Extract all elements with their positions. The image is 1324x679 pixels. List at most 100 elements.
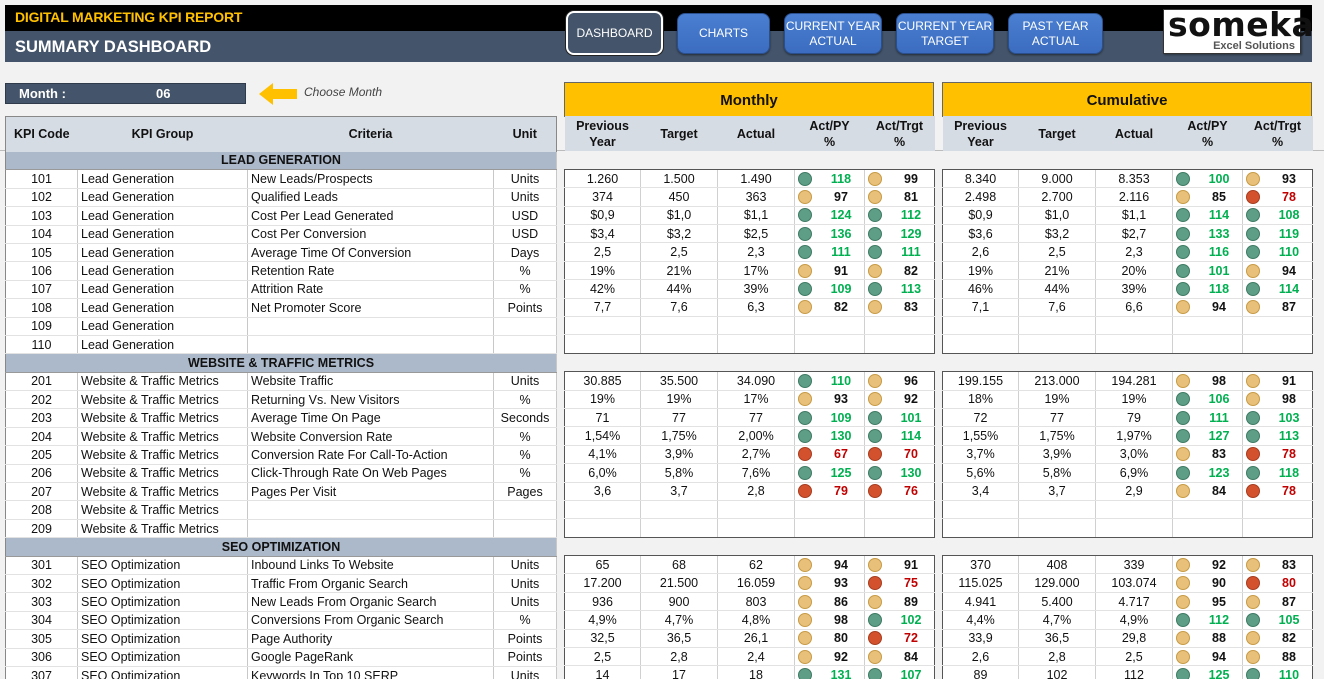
status-cell: 92 xyxy=(798,649,861,664)
cumulative-previous-year: 2.498 xyxy=(942,187,1019,207)
status-yellow-icon xyxy=(1246,373,1260,388)
status-green-icon xyxy=(798,465,812,480)
status-yellow-icon xyxy=(868,557,882,572)
kpi-code: 303 xyxy=(5,592,78,612)
status-value: 93 xyxy=(1282,171,1296,186)
kpi-row: 101 Lead Generation New Leads/Prospects Uni… xyxy=(5,169,557,189)
kpi-criteria: Average Time On Page xyxy=(247,408,494,428)
monthly-act-py: 93 xyxy=(794,390,865,409)
cumulative-act-trgt: 80 xyxy=(1242,573,1313,593)
cumulative-row: 199.155 213.000 194.281 98 91 xyxy=(942,371,1313,391)
status-cell: 93 xyxy=(1246,171,1309,186)
status-yellow-icon xyxy=(868,594,882,609)
cumulative-target: $3,2 xyxy=(1018,224,1096,244)
monthly-target xyxy=(640,334,718,354)
cumulative-target: 21% xyxy=(1018,261,1096,281)
kpi-group: Lead Generation xyxy=(77,169,248,189)
kpi-group: SEO Optimization xyxy=(77,648,248,667)
status-yellow-icon xyxy=(1176,447,1190,462)
status-yellow-icon xyxy=(1246,263,1260,278)
monthly-actual: $2,5 xyxy=(717,224,795,244)
status-yellow-icon xyxy=(798,612,812,627)
status-green-icon xyxy=(868,410,882,425)
status-green-icon xyxy=(1176,263,1190,278)
nav-past-year-actual-button[interactable]: PAST YEAR ACTUAL xyxy=(1008,13,1103,54)
kpi-row: 203 Website & Traffic Metrics Average Time… xyxy=(5,408,557,428)
cumulative-previous-year: 3,7% xyxy=(942,445,1019,465)
status-yellow-icon xyxy=(1176,373,1190,388)
cumulative-act-trgt: 113 xyxy=(1242,426,1313,446)
cumulative-act-trgt: 88 xyxy=(1242,647,1313,667)
gap-cell xyxy=(640,151,718,170)
status-value: 105 xyxy=(1278,612,1300,627)
month-selector[interactable]: Month : 06 xyxy=(5,83,246,104)
kpi-row: 209 Website & Traffic Metrics xyxy=(5,519,557,539)
status-green-icon xyxy=(798,171,812,186)
cumulative-previous-year: 18% xyxy=(942,390,1019,409)
kpi-criteria xyxy=(247,317,494,336)
kpi-group: SEO Optimization xyxy=(77,574,248,594)
cumulative-actual: 2,3 xyxy=(1095,242,1173,262)
kpi-info-table: KPI Code KPI Group Criteria Unit LEAD GE… xyxy=(5,116,557,679)
status-cell: 78 xyxy=(1246,189,1309,204)
status-cell: 111 xyxy=(798,245,861,260)
gap-cell xyxy=(1242,537,1313,557)
nav-current-year-target-button[interactable]: CURRENT YEAR TARGET xyxy=(896,13,994,54)
status-value: 84 xyxy=(1212,484,1226,499)
cumulative-actual: 2,9 xyxy=(1095,482,1173,501)
status-cell: 98 xyxy=(798,612,861,627)
status-green-icon xyxy=(1246,612,1260,627)
monthly-act-py: 79 xyxy=(794,482,865,501)
status-cell: 99 xyxy=(868,171,931,186)
cumulative-actual: 39% xyxy=(1095,279,1173,299)
monthly-target: 1.500 xyxy=(640,168,718,189)
status-cell: 123 xyxy=(1176,465,1239,480)
status-yellow-icon xyxy=(798,576,812,591)
cumulative-row: 1,55% 1,75% 1,97% 127 113 xyxy=(942,426,1313,446)
cumulative-previous-year: 115.025 xyxy=(942,573,1019,593)
monthly-row: 2,5 2,8 2,4 92 84 xyxy=(564,647,935,667)
kpi-row: 208 Website & Traffic Metrics xyxy=(5,500,557,520)
status-value: 94 xyxy=(1282,263,1296,278)
nav-charts-button[interactable]: CHARTS xyxy=(677,13,770,54)
month-value-dropdown[interactable]: 06 xyxy=(156,86,170,101)
status-green-icon xyxy=(1246,668,1260,679)
nav-current-year-actual-button[interactable]: CURRENT YEAR ACTUAL xyxy=(784,13,882,54)
cumulative-target: 4,7% xyxy=(1018,610,1096,630)
status-value: 82 xyxy=(1282,631,1296,646)
kpi-row: 205 Website & Traffic Metrics Conversion R… xyxy=(5,445,557,465)
someka-logo[interactable]: someka Excel Solutions xyxy=(1163,5,1314,54)
logo-text: someka xyxy=(1168,5,1315,44)
monthly-actual: 4,8% xyxy=(717,610,795,630)
status-yellow-icon xyxy=(798,631,812,646)
status-value: 86 xyxy=(834,594,848,609)
monthly-target xyxy=(640,518,718,538)
monthly-act-py xyxy=(794,500,865,520)
monthly-actual: 2,7% xyxy=(717,445,795,465)
monthly-act-trgt: 111 xyxy=(864,242,935,262)
status-green-icon xyxy=(1176,245,1190,260)
status-value: 88 xyxy=(1212,631,1226,646)
cumulative-row: 3,7% 3,9% 3,0% 83 78 xyxy=(942,445,1313,465)
status-cell: 82 xyxy=(798,300,861,315)
gap-cell xyxy=(1095,353,1173,373)
monthly-actual: 2,4 xyxy=(717,647,795,667)
status-yellow-icon xyxy=(1246,300,1260,315)
status-cell: 116 xyxy=(1176,245,1239,260)
kpi-criteria xyxy=(247,500,494,520)
section-title: SEO OPTIMIZATION xyxy=(5,537,557,557)
cumulative-header: Cumulative xyxy=(942,82,1312,117)
monthly-target: 77 xyxy=(640,408,718,428)
cumulative-target: 3,9% xyxy=(1018,445,1096,465)
cumulative-act-py xyxy=(1172,334,1243,354)
status-value: 78 xyxy=(1282,447,1296,462)
cumulative-previous-year: 89 xyxy=(942,665,1019,679)
cumulative-row: 2.498 2.700 2.116 85 78 xyxy=(942,187,1313,207)
gap-cell xyxy=(717,353,795,373)
monthly-act-py: 94 xyxy=(794,555,865,575)
monthly-act-py: 131 xyxy=(794,665,865,679)
gap-cell xyxy=(1172,151,1243,170)
nav-dashboard-button[interactable]: DASHBOARD xyxy=(566,11,663,55)
cumulative-act-trgt: 78 xyxy=(1242,482,1313,501)
kpi-group: Website & Traffic Metrics xyxy=(77,372,248,392)
